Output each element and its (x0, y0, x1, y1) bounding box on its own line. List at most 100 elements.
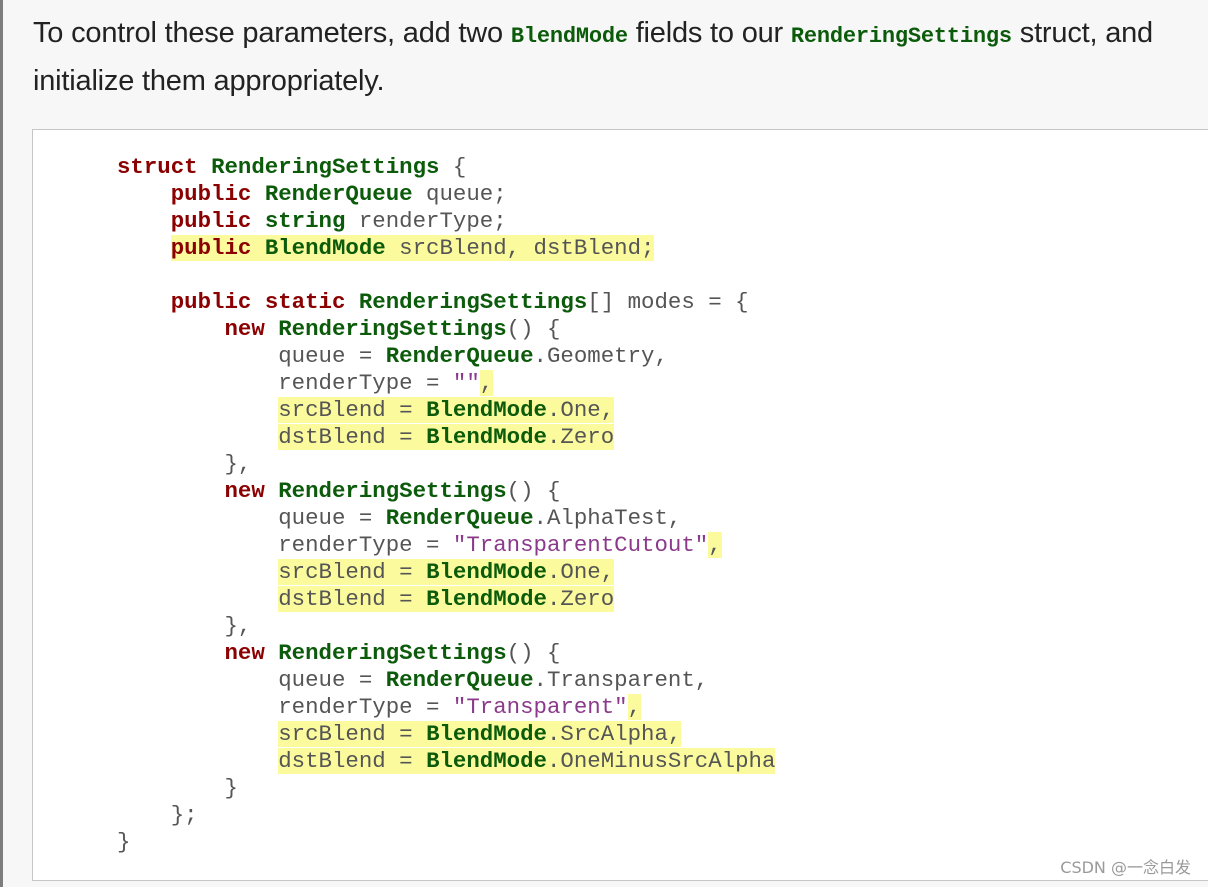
code-token: new (224, 478, 265, 504)
code-token: static (264, 289, 346, 315)
inline-code-renderingsettings: RenderingSettings (790, 24, 1012, 49)
code-token: new (224, 640, 265, 666)
code-token: RenderingSettings (278, 478, 507, 504)
csdn-watermark: CSDN @一念白发 (1060, 858, 1191, 877)
code-token: BlendMode (426, 586, 547, 612)
code-token: renderType = (117, 694, 453, 720)
code-line: } (117, 829, 775, 856)
code-token: .Zero (547, 586, 615, 612)
code-token: RenderQueue (385, 667, 534, 693)
code-line: srcBlend = BlendMode.SrcAlpha, (117, 721, 775, 748)
code-token: , (479, 370, 494, 396)
code-token: .AlphaTest, (533, 505, 682, 531)
code-line: renderType = "TransparentCutout", (117, 532, 775, 559)
code-token: srcBlend = (278, 397, 427, 423)
code-token: BlendMode (426, 748, 547, 774)
code-token: RenderingSettings (278, 316, 507, 342)
intro-text-part2: fields to our (627, 17, 791, 49)
code-token: public (170, 208, 252, 234)
code-line: queue = RenderQueue.Transparent, (117, 667, 775, 694)
code-line: public string renderType; (117, 208, 775, 235)
code-token: .Geometry, (533, 343, 668, 369)
code-token: public (170, 181, 252, 207)
code-token: { (439, 154, 467, 180)
left-border-rule (0, 0, 3, 887)
code-token: , (708, 532, 722, 558)
code-token: renderType = (117, 370, 453, 396)
code-line: dstBlend = BlendMode.Zero (117, 424, 775, 451)
code-token: RenderQueue (385, 343, 534, 369)
code-token: }; (117, 802, 198, 828)
code-line: queue = RenderQueue.Geometry, (117, 343, 775, 370)
code-token: renderType; (345, 208, 507, 234)
code-token: queue = (117, 505, 386, 531)
code-token: string (264, 208, 346, 234)
code-token: srcBlend = (278, 559, 427, 585)
code-token: new (224, 316, 265, 342)
code-line: public RenderQueue queue; (117, 181, 775, 208)
code-token: dstBlend = (278, 586, 427, 612)
code-line: public BlendMode srcBlend, dstBlend; (117, 235, 775, 262)
code-token: renderType = (117, 532, 453, 558)
code-token: [] modes = { (587, 289, 749, 315)
intro-paragraph: To control these parameters, add two Ble… (33, 11, 1193, 103)
code-line: }, (117, 613, 775, 640)
code-token: } (117, 829, 131, 855)
code-token: .One, (547, 559, 615, 585)
code-token: }, (117, 613, 252, 639)
code-token: () { (506, 478, 561, 504)
code-token: .Transparent, (533, 667, 709, 693)
code-token: srcBlend = (278, 721, 427, 747)
code-token: "Transparent" (452, 694, 628, 720)
code-line: srcBlend = BlendMode.One, (117, 559, 775, 586)
code-token: BlendMode (264, 235, 386, 261)
code-token: "" (452, 370, 480, 396)
code-token: queue = (117, 343, 386, 369)
code-token: public (170, 235, 252, 261)
code-token: BlendMode (426, 397, 547, 423)
code-line: new RenderingSettings() { (117, 316, 775, 343)
code-token: }, (117, 451, 252, 477)
code-listing: struct RenderingSettings { public Render… (117, 154, 776, 856)
code-token: "TransparentCutout" (452, 532, 709, 558)
code-token: .SrcAlpha, (547, 721, 682, 747)
code-token: RenderingSettings (278, 640, 507, 666)
code-token: RenderQueue (264, 181, 413, 207)
code-line: dstBlend = BlendMode.OneMinusSrcAlpha (117, 748, 776, 775)
code-token: public (170, 289, 252, 315)
code-token: } (117, 775, 238, 801)
code-token: dstBlend = (278, 748, 427, 774)
code-token: , (627, 694, 642, 720)
code-token: BlendMode (426, 559, 547, 585)
code-token: BlendMode (426, 424, 547, 450)
code-token: .OneMinusSrcAlpha (547, 748, 776, 774)
intro-text-part1: To control these parameters, add two (33, 17, 511, 49)
code-line: dstBlend = BlendMode.Zero (117, 586, 775, 613)
code-token: RenderingSettings (211, 154, 440, 180)
code-line: renderType = "", (117, 370, 775, 397)
code-line: } (117, 775, 775, 802)
code-line: queue = RenderQueue.AlphaTest, (117, 505, 775, 532)
code-line: renderType = "Transparent", (117, 694, 775, 721)
code-token: BlendMode (426, 721, 547, 747)
code-token: dstBlend = (278, 424, 427, 450)
code-token: () { (506, 316, 561, 342)
